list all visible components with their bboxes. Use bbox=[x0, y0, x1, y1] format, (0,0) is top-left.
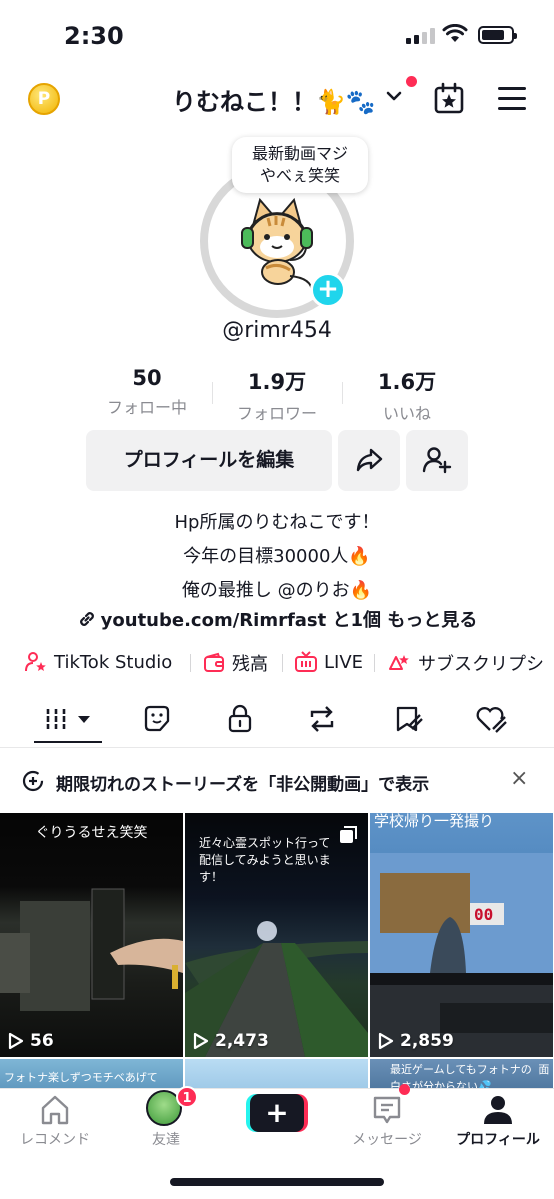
bio-line-3: 俺の最推し @のりお🔥 bbox=[181, 580, 373, 601]
bio-link-row[interactable]: youtube.com/Rimrfast と1個 もっと見る bbox=[0, 606, 554, 632]
tool-label: サブスクリプシ bbox=[418, 654, 544, 675]
close-icon[interactable]: × bbox=[510, 766, 528, 791]
followers-stat[interactable]: 1.9万 フォロワー bbox=[212, 366, 342, 424]
username-title[interactable]: りむねこ！！🐈🐾 bbox=[172, 82, 376, 117]
link-icon bbox=[79, 612, 94, 626]
view-count-value: 2,859 bbox=[400, 1031, 454, 1051]
video-scene-image bbox=[185, 921, 368, 1057]
subscription-button[interactable]: サブスクリプシ bbox=[386, 650, 544, 676]
creator-tools-row: TikTok Studio 残高 LIVE サブスクリプシ bbox=[0, 648, 554, 678]
chevron-down-icon[interactable] bbox=[384, 86, 404, 106]
following-label: フォロー中 bbox=[106, 398, 187, 417]
cellular-signal-icon bbox=[406, 28, 435, 44]
home-indicator bbox=[170, 1178, 384, 1186]
followers-count: 1.9万 bbox=[247, 370, 307, 394]
nav-friends-label: 友達 bbox=[152, 1132, 180, 1148]
divider bbox=[0, 747, 554, 748]
status-time: 2:30 bbox=[64, 22, 124, 50]
svg-text:00: 00 bbox=[474, 905, 493, 924]
tool-label: LIVE bbox=[324, 651, 364, 673]
profile-tabs bbox=[0, 697, 554, 747]
share-arrow-icon bbox=[356, 448, 383, 472]
home-icon bbox=[41, 1095, 69, 1125]
edit-profile-button[interactable]: プロフィールを編集 bbox=[86, 430, 332, 491]
repost-icon[interactable] bbox=[306, 703, 338, 735]
subscription-icon bbox=[389, 655, 409, 670]
likes-count: 1.6万 bbox=[377, 370, 437, 394]
live-button[interactable]: LIVE bbox=[294, 650, 363, 674]
view-count-value: 56 bbox=[30, 1031, 54, 1051]
lock-icon[interactable] bbox=[226, 703, 254, 735]
status-note-bubble[interactable]: 最新動画マジ やべぇ笑笑 bbox=[232, 137, 368, 193]
following-stat[interactable]: 50 フォロー中 bbox=[82, 366, 212, 418]
live-tv-icon bbox=[295, 651, 317, 672]
profile-stats: 50 フォロー中 1.9万 フォロワー 1.6万 いいね bbox=[0, 366, 554, 426]
view-count: 56 bbox=[8, 1031, 54, 1051]
battery-icon bbox=[478, 26, 517, 44]
calendar-star-icon[interactable] bbox=[432, 82, 466, 116]
view-count: 2,473 bbox=[193, 1031, 269, 1051]
following-count: 50 bbox=[132, 366, 162, 390]
play-icon bbox=[193, 1032, 209, 1050]
play-icon bbox=[378, 1032, 394, 1050]
profile-bio: Hp所属のりむねこです！ 今年の目標30000人🔥 俺の最推し @のりお🔥 bbox=[0, 506, 554, 608]
divider bbox=[282, 654, 283, 672]
menu-icon[interactable] bbox=[498, 87, 526, 117]
status-bar: 2:30 bbox=[0, 0, 554, 70]
likes-stat[interactable]: 1.6万 いいね bbox=[342, 366, 472, 424]
followers-label: フォロワー bbox=[236, 404, 317, 423]
video-thumbnail[interactable]: ぐりうるせえ笑笑 56 bbox=[0, 813, 183, 1057]
nav-profile-label: プロフィール bbox=[456, 1132, 540, 1148]
divider bbox=[190, 654, 191, 672]
tiktok-studio-button[interactable]: TikTok Studio bbox=[24, 650, 172, 674]
videos-grid-icon[interactable] bbox=[44, 703, 94, 735]
expired-stories-banner[interactable]: 期限切れのストーリーズを「非公開動画」で表示 × bbox=[0, 762, 554, 802]
add-story-button[interactable]: + bbox=[310, 272, 346, 308]
video-grid: ぐりうるせえ笑笑 56 近々心霊スポット行って 配信してみようと思いま す！ 2… bbox=[0, 813, 554, 1103]
tool-label: 残高 bbox=[232, 654, 268, 675]
add-circle-icon bbox=[22, 770, 44, 792]
bubble-line-2: やべぇ笑笑 bbox=[259, 166, 340, 185]
inbox-notification-dot bbox=[399, 1084, 410, 1095]
bio-line-1: Hp所属のりむねこです！ bbox=[174, 512, 380, 533]
wifi-icon bbox=[442, 24, 468, 42]
profile-header: P りむねこ！！🐈🐾 bbox=[0, 70, 554, 130]
video-scene-image: 00 bbox=[370, 853, 553, 1057]
banner-text: 期限切れのストーリーズを「非公開動画」で表示 bbox=[56, 775, 430, 795]
view-count: 2,859 bbox=[378, 1031, 454, 1051]
coin-icon[interactable]: P bbox=[28, 83, 60, 115]
friends-badge: 1 bbox=[176, 1086, 198, 1108]
bubble-line-1: 最新動画マジ bbox=[251, 144, 348, 163]
divider bbox=[374, 654, 375, 672]
youtube-link[interactable]: youtube.com/Rimrfast bbox=[101, 610, 327, 631]
profile-handle: @rimr454 bbox=[222, 318, 332, 343]
video-caption: フォトナ楽しずつモチベあげて bbox=[4, 1071, 158, 1084]
nav-home-label: レコメンド bbox=[20, 1132, 90, 1148]
profile-icon bbox=[484, 1096, 512, 1124]
video-scene-image bbox=[0, 888, 183, 1011]
add-user-icon bbox=[422, 447, 452, 474]
notification-dot bbox=[406, 76, 417, 87]
view-count-value: 2,473 bbox=[215, 1031, 269, 1051]
share-profile-button[interactable] bbox=[338, 430, 400, 491]
active-tab-indicator bbox=[34, 741, 102, 743]
more-links[interactable]: と1個 もっと見る bbox=[333, 610, 478, 631]
play-icon bbox=[8, 1032, 24, 1050]
person-star-icon bbox=[25, 652, 46, 672]
create-button[interactable]: + bbox=[246, 1094, 308, 1132]
likes-label: いいね bbox=[382, 404, 431, 423]
liked-icon[interactable] bbox=[474, 703, 508, 735]
wallet-icon bbox=[204, 652, 224, 672]
message-icon bbox=[373, 1096, 401, 1124]
favorites-icon[interactable] bbox=[392, 703, 424, 735]
tool-label: TikTok Studio bbox=[54, 651, 173, 673]
video-thumbnail[interactable]: 学校帰り一発撮り 00 2,859 bbox=[370, 813, 553, 1057]
stickers-icon[interactable] bbox=[142, 703, 172, 735]
nav-inbox-label: メッセージ bbox=[352, 1132, 422, 1148]
bio-line-2: 今年の目標30000人🔥 bbox=[183, 546, 371, 567]
balance-button[interactable]: 残高 bbox=[202, 650, 268, 676]
plus-icon: + bbox=[250, 1094, 304, 1132]
video-thumbnail[interactable]: 近々心霊スポット行って 配信してみようと思いま す！ 2,473 bbox=[185, 813, 368, 1057]
add-friend-button[interactable] bbox=[406, 430, 468, 491]
